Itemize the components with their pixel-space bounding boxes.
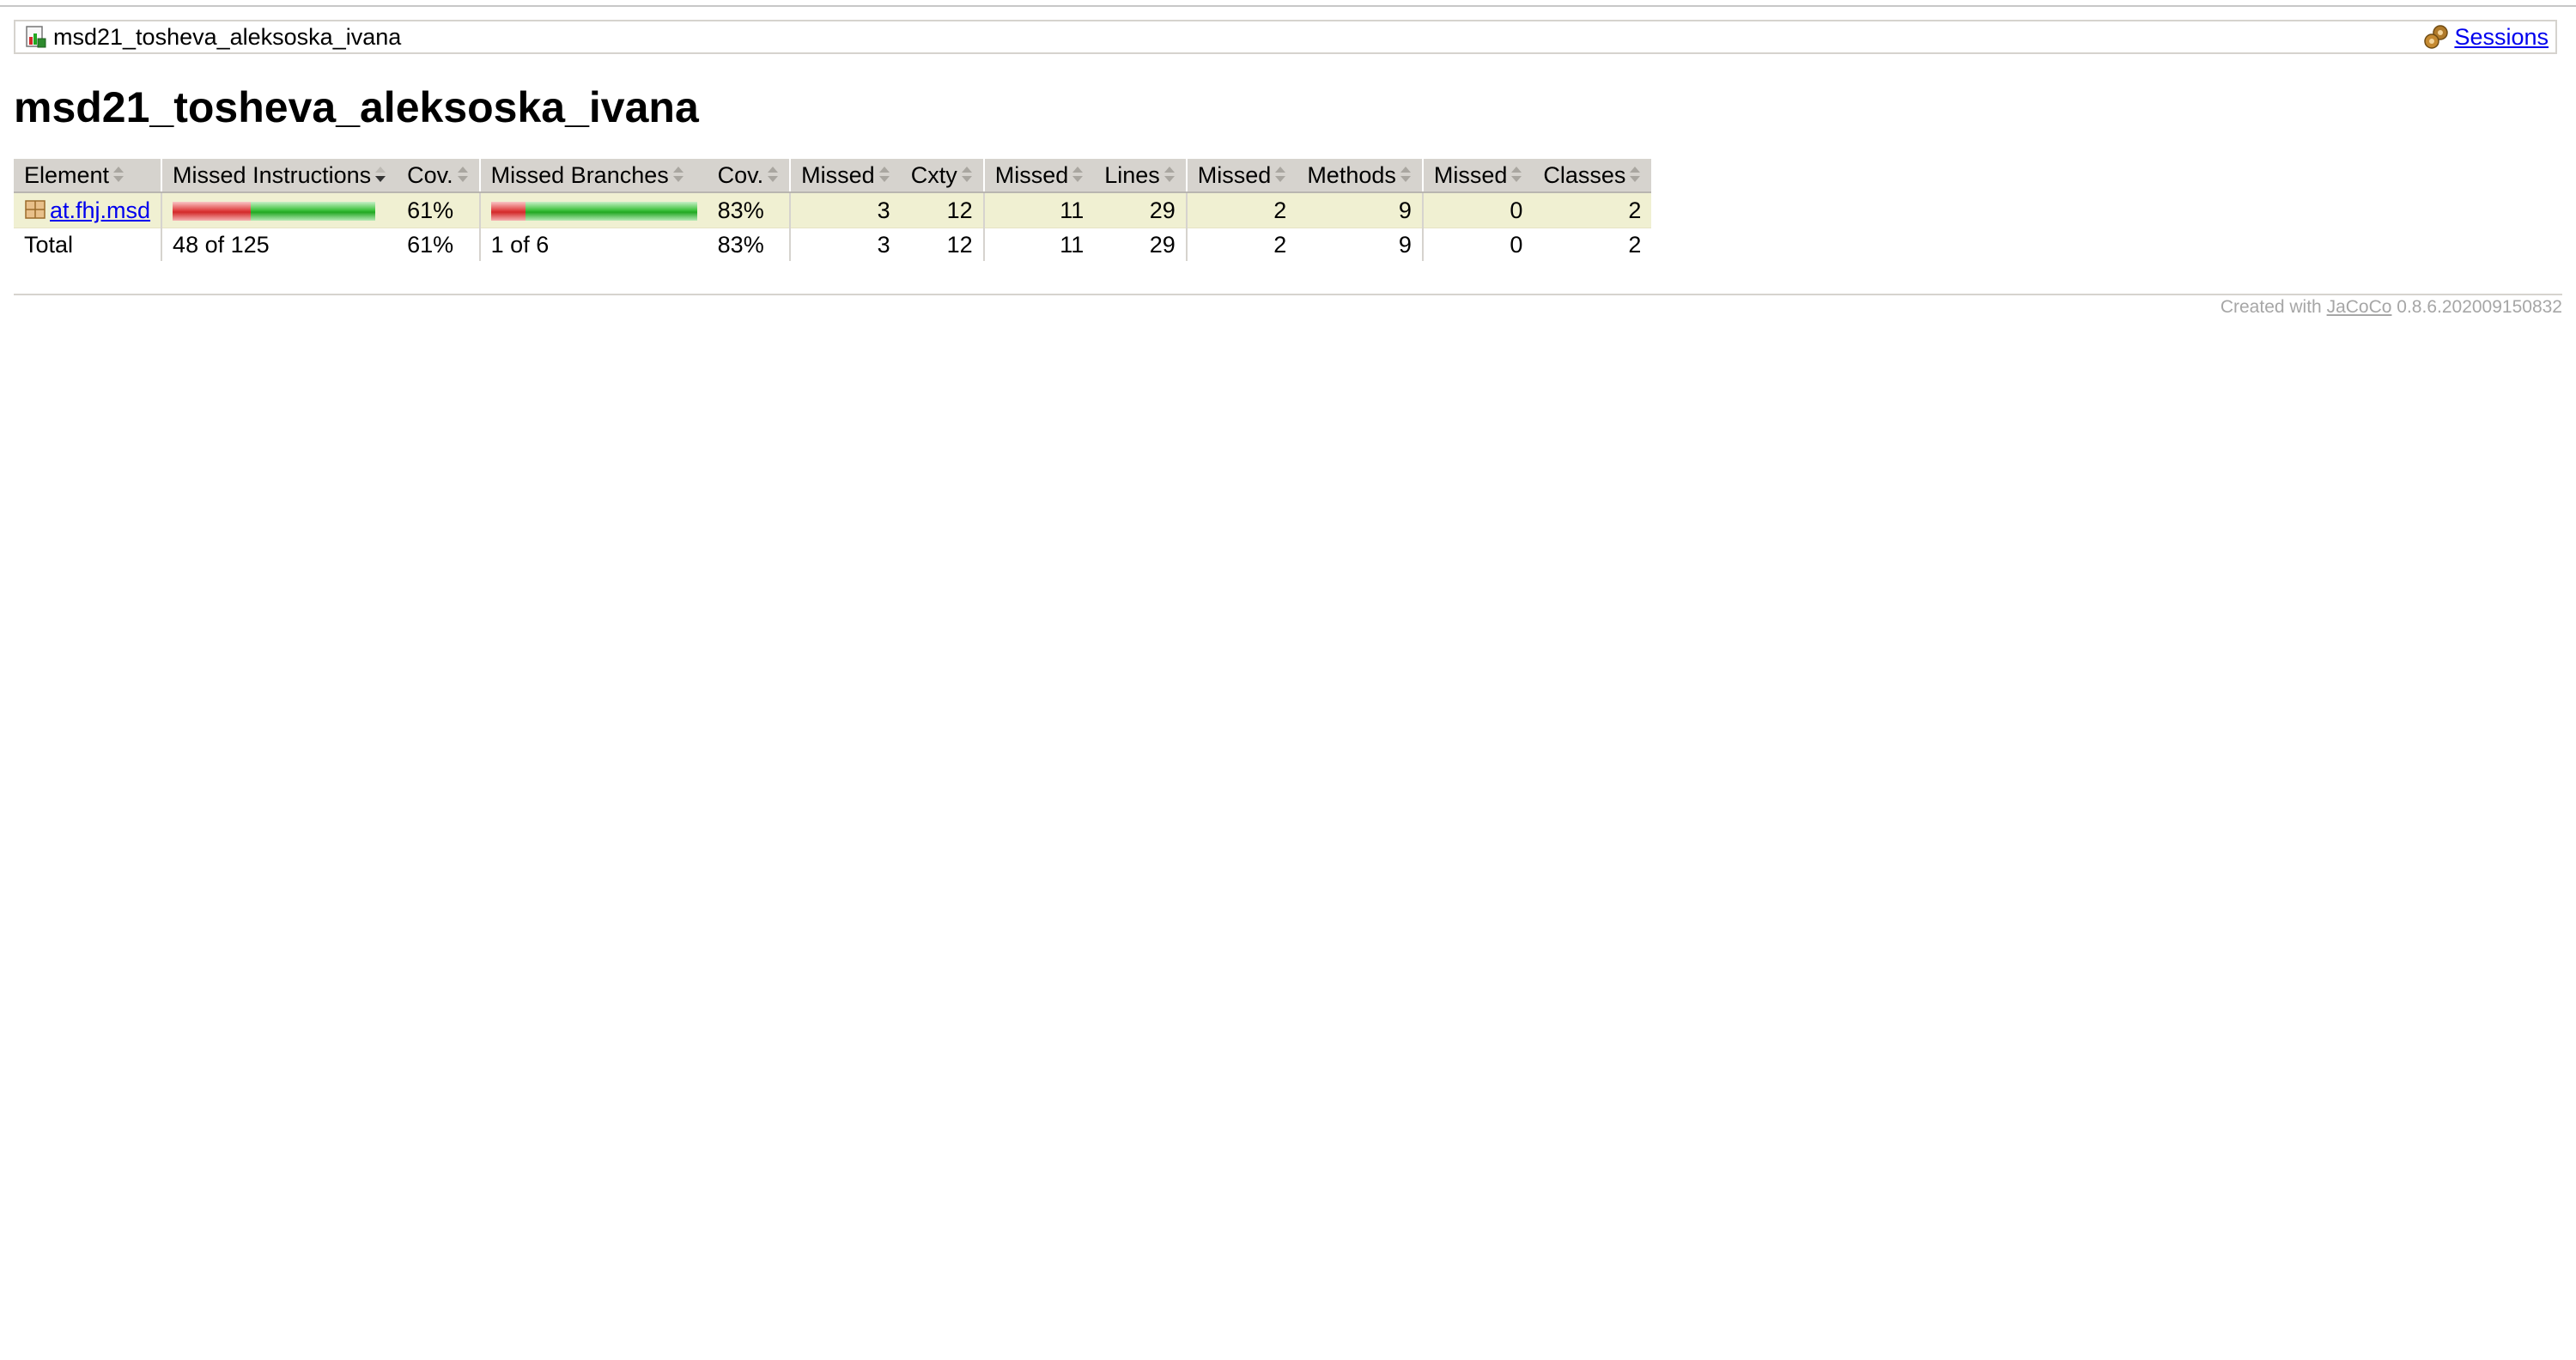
sessions-link[interactable]: Sessions xyxy=(2454,21,2549,52)
total-branches-cov: 83% xyxy=(717,231,764,258)
branches-covered-bar xyxy=(525,202,697,222)
total-instructions: 48 of 125 xyxy=(161,228,398,261)
table-row: at.fhj.msd 61% 83% 3 12 11 29 2 9 0 2 xyxy=(14,192,1652,228)
coverage-table: Element Missed Instructions Cov. Missed … xyxy=(14,159,1652,261)
footer-created-with: Created with xyxy=(2220,297,2322,317)
total-row: Total 48 of 125 61% 1 of 6 83% 3 12 11 2… xyxy=(14,228,1651,261)
package-link[interactable]: at.fhj.msd xyxy=(50,197,150,223)
total-missed-classes: 0 xyxy=(1421,228,1534,261)
sort-icon xyxy=(1274,166,1286,183)
cell-branches-cov: 83% xyxy=(707,192,791,228)
cell-methods: 9 xyxy=(1297,192,1423,228)
header-element[interactable]: Element xyxy=(14,159,162,193)
report-icon xyxy=(24,25,48,49)
instructions-coverage-bar xyxy=(173,202,376,222)
sort-icon xyxy=(112,166,125,183)
cell-cxty: 12 xyxy=(900,192,984,228)
total-missed-methods: 2 xyxy=(1185,228,1297,261)
package-icon xyxy=(24,198,46,221)
table-header-row: Element Missed Instructions Cov. Missed … xyxy=(14,159,1652,193)
total-methods: 9 xyxy=(1398,231,1412,258)
cell-classes: 2 xyxy=(1533,192,1652,228)
total-missed-cxty: 3 xyxy=(789,228,901,261)
sort-icon xyxy=(1629,166,1641,183)
header-methods[interactable]: Methods xyxy=(1297,159,1423,193)
header-missed-branches[interactable]: Missed Branches xyxy=(478,159,708,193)
sort-icon xyxy=(961,166,973,183)
footer: Created with JaCoCo 0.8.6.202009150832 xyxy=(2221,297,2562,318)
cell-instructions-cov: 61% xyxy=(397,192,480,228)
breadcrumb-right: Sessions xyxy=(2423,21,2549,52)
total-cxty: 12 xyxy=(946,231,973,258)
footer-divider xyxy=(14,294,2562,295)
total-missed-lines: 11 xyxy=(982,228,1095,261)
header-cov-instructions[interactable]: Cov. xyxy=(397,159,480,193)
header-missed-lines[interactable]: Missed xyxy=(982,159,1095,193)
top-divider xyxy=(0,5,2576,7)
total-classes: 2 xyxy=(1628,231,1642,258)
sort-icon xyxy=(672,166,684,183)
branches-missed-bar xyxy=(490,202,526,222)
cell-lines: 29 xyxy=(1094,192,1187,228)
total-branches: 1 of 6 xyxy=(478,228,708,261)
breadcrumb-report-name: msd21_tosheva_aleksoska_ivana xyxy=(53,24,402,50)
header-cov-branches[interactable]: Cov. xyxy=(707,159,791,193)
sort-icon xyxy=(1510,166,1522,183)
total-label: Total xyxy=(24,231,74,258)
header-missed-classes[interactable]: Missed xyxy=(1421,159,1534,193)
sort-icon xyxy=(878,166,890,183)
cell-missed-classes: 0 xyxy=(1421,192,1534,228)
header-missed-instructions[interactable]: Missed Instructions xyxy=(161,159,398,193)
cell-missed-lines: 11 xyxy=(982,192,1095,228)
footer-version: 0.8.6.202009150832 xyxy=(2397,297,2562,317)
breadcrumb: msd21_tosheva_aleksoska_ivana Sessions xyxy=(14,20,2557,54)
jacoco-link[interactable]: JaCoCo xyxy=(2327,297,2392,317)
cell-missed-methods: 2 xyxy=(1185,192,1297,228)
header-missed-methods[interactable]: Missed xyxy=(1185,159,1297,193)
cell-missed-cxty: 3 xyxy=(789,192,901,228)
breadcrumb-left: msd21_tosheva_aleksoska_ivana xyxy=(24,21,401,52)
header-classes[interactable]: Classes xyxy=(1533,159,1652,193)
sort-icon xyxy=(1072,166,1084,183)
sort-icon xyxy=(1400,166,1412,183)
header-lines[interactable]: Lines xyxy=(1094,159,1187,193)
cell-branches-bar xyxy=(478,192,708,228)
total-lines: 29 xyxy=(1149,231,1176,258)
page-title: msd21_tosheva_aleksoska_ivana xyxy=(14,83,699,131)
sort-icon xyxy=(1163,166,1176,183)
sessions-icon[interactable] xyxy=(2423,24,2451,50)
sort-desc-icon xyxy=(374,166,386,183)
instructions-missed-bar xyxy=(173,202,252,222)
branches-coverage-bar xyxy=(490,202,697,222)
total-instructions-cov: 61% xyxy=(407,231,454,258)
cell-element: at.fhj.msd xyxy=(14,192,162,228)
sort-icon xyxy=(457,166,469,183)
header-missed-cxty[interactable]: Missed xyxy=(789,159,901,193)
sort-icon xyxy=(767,166,779,183)
instructions-covered-bar xyxy=(251,202,376,222)
header-cxty[interactable]: Cxty xyxy=(900,159,984,193)
cell-instructions-bar xyxy=(161,192,398,228)
